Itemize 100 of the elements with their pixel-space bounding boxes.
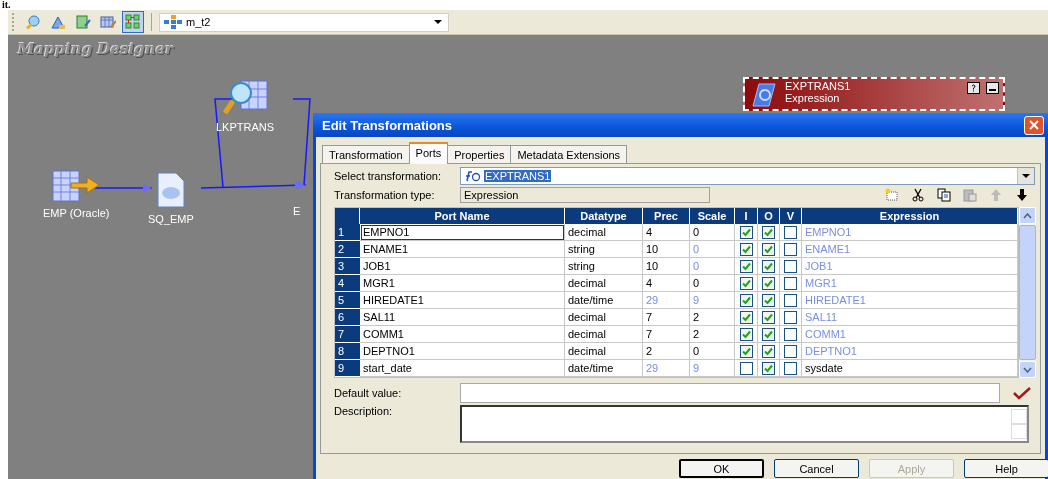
- table-cell[interactable]: SAL11: [360, 309, 565, 326]
- expression-node[interactable]: EXPTRANS1 Expression: [743, 77, 1005, 111]
- table-cell[interactable]: 4: [643, 224, 690, 241]
- table-cell[interactable]: 0: [690, 343, 735, 360]
- column-header: Port Name: [360, 208, 565, 224]
- table-cell[interactable]: 0: [690, 275, 735, 292]
- checkbox[interactable]: [784, 259, 797, 273]
- checkbox[interactable]: [739, 242, 753, 256]
- dialog-button[interactable]: Cancel: [774, 459, 859, 478]
- scroll-down-icon[interactable]: [1023, 366, 1032, 373]
- checkbox[interactable]: [762, 310, 775, 324]
- row-number: 2: [335, 241, 360, 258]
- checkbox[interactable]: [762, 361, 775, 375]
- default-value-field[interactable]: [460, 383, 1000, 403]
- canvas-title: Mapping Designer: [18, 40, 174, 58]
- checkbox[interactable]: [762, 242, 775, 256]
- checkbox[interactable]: [762, 276, 775, 290]
- row-number: 6: [335, 309, 360, 326]
- row-number: 3: [335, 258, 360, 275]
- checkbox[interactable]: [784, 310, 797, 324]
- close-icon: [1029, 120, 1039, 130]
- table-cell[interactable]: 10: [643, 258, 690, 275]
- checkmark-icon[interactable]: [1012, 386, 1032, 400]
- document-icon: [155, 171, 186, 209]
- checkbox[interactable]: [739, 361, 753, 375]
- table-cell[interactable]: 7: [643, 326, 690, 343]
- table-cell[interactable]: 7: [643, 309, 690, 326]
- transformation-dropdown[interactable]: EXPTRANS1: [460, 167, 1035, 185]
- scissors-icon[interactable]: [911, 188, 925, 202]
- checkbox[interactable]: [739, 327, 753, 341]
- tab[interactable]: Ports: [408, 142, 449, 164]
- description-field[interactable]: [460, 405, 1029, 443]
- checkbox[interactable]: [784, 225, 797, 239]
- table-cell[interactable]: JOB1: [360, 258, 565, 275]
- table-cell[interactable]: 2: [643, 343, 690, 360]
- down-arrow-icon[interactable]: [1015, 188, 1029, 202]
- table-cell[interactable]: date/time: [565, 360, 643, 377]
- scrollbar[interactable]: [1019, 207, 1036, 378]
- dialog-button[interactable]: OK: [679, 459, 764, 478]
- checkbox[interactable]: [784, 293, 797, 307]
- table-cell[interactable]: decimal: [565, 275, 643, 292]
- table-cell[interactable]: decimal: [565, 309, 643, 326]
- node-label: SQ_EMP: [148, 213, 194, 225]
- checkbox[interactable]: [784, 242, 797, 256]
- checkbox[interactable]: [739, 344, 753, 358]
- checkbox[interactable]: [762, 293, 775, 307]
- field-label: Transformation type:: [334, 189, 436, 201]
- table-cell[interactable]: ENAME1: [360, 241, 565, 258]
- checkbox[interactable]: [784, 344, 797, 358]
- table-cell[interactable]: EMPNO1: [360, 224, 565, 241]
- grid-nodes-icon: [125, 14, 141, 30]
- table-cell[interactable]: start_date: [360, 360, 565, 377]
- dialog-button[interactable]: Help: [964, 459, 1048, 478]
- row-number: 5: [335, 292, 360, 309]
- table-cell[interactable]: HIREDATE1: [360, 292, 565, 309]
- new-port-icon[interactable]: [885, 188, 899, 202]
- table-cell[interactable]: 4: [643, 275, 690, 292]
- checkbox[interactable]: [762, 344, 775, 358]
- close-button[interactable]: [1024, 115, 1044, 135]
- checkbox[interactable]: [739, 293, 753, 307]
- checkbox[interactable]: [739, 259, 753, 273]
- table-cell[interactable]: decimal: [565, 224, 643, 241]
- fx-icon: [749, 80, 779, 108]
- mapping-dropdown[interactable]: m_t2: [159, 12, 449, 32]
- table-cell[interactable]: 2: [690, 309, 735, 326]
- triangle-ruler-icon: [50, 14, 66, 30]
- row-number: 9: [335, 360, 360, 377]
- checkbox[interactable]: [784, 327, 797, 341]
- minimize-icon[interactable]: [986, 82, 999, 94]
- page-text-fragment: it.: [2, 0, 11, 10]
- checkbox[interactable]: [762, 259, 775, 273]
- help-icon[interactable]: [967, 82, 980, 94]
- column-header: Expression: [802, 208, 1018, 224]
- table-cell[interactable]: 2: [690, 326, 735, 343]
- table-cell[interactable]: date/time: [565, 292, 643, 309]
- checkbox[interactable]: [739, 276, 753, 290]
- table-cell[interactable]: 10: [643, 241, 690, 258]
- table-cell[interactable]: string: [565, 258, 643, 275]
- checkbox[interactable]: [762, 327, 775, 341]
- table-cell[interactable]: string: [565, 241, 643, 258]
- checkbox[interactable]: [784, 361, 797, 375]
- table-cell[interactable]: DEPTNO1: [360, 343, 565, 360]
- connector-arrow: [94, 184, 153, 192]
- row-number: 4: [335, 275, 360, 292]
- checkbox[interactable]: [784, 276, 797, 290]
- toolbar-button[interactable]: [122, 11, 144, 33]
- copy-icon[interactable]: [937, 188, 951, 202]
- scroll-up-icon[interactable]: [1023, 212, 1032, 219]
- checkbox[interactable]: [739, 225, 753, 239]
- table-cell[interactable]: sysdate: [802, 360, 1018, 377]
- column-header: I: [735, 208, 758, 224]
- table-cell[interactable]: 0: [690, 224, 735, 241]
- table-cell[interactable]: MGR1: [360, 275, 565, 292]
- table-cell[interactable]: decimal: [565, 343, 643, 360]
- table-cell[interactable]: COMM1: [360, 326, 565, 343]
- checkbox[interactable]: [762, 225, 775, 239]
- node-label: E: [293, 205, 301, 217]
- field-label: Description:: [334, 405, 394, 417]
- table-cell[interactable]: decimal: [565, 326, 643, 343]
- checkbox[interactable]: [739, 310, 753, 324]
